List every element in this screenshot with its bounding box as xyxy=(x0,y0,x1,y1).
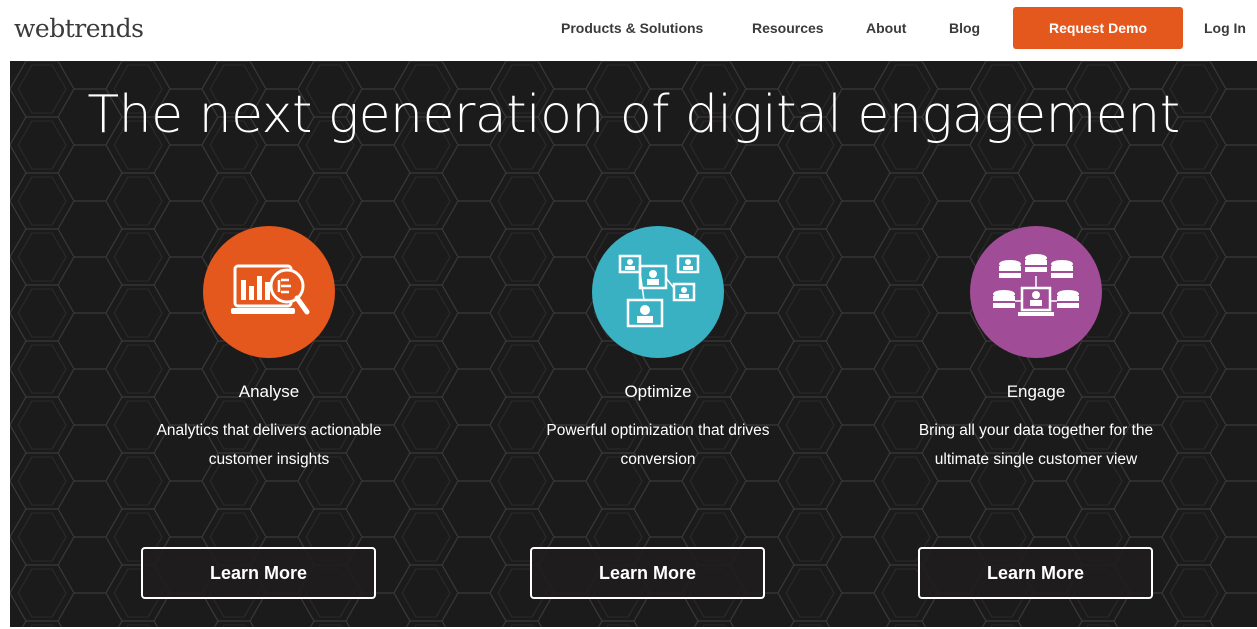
feature-analyse: Analyse Analytics that delivers actionab… xyxy=(124,226,414,474)
feature-title: Optimize xyxy=(624,382,692,401)
login-link[interactable]: Log In xyxy=(1204,20,1246,36)
feature-description: Analytics that delivers actionable custo… xyxy=(156,422,382,468)
site-header: webtrends Products & Solutions Resources… xyxy=(0,0,1257,60)
feature-title: Engage xyxy=(1006,382,1066,401)
hero-section: The next generation of digital engagemen… xyxy=(10,61,1257,627)
database-engage-icon xyxy=(970,226,1102,358)
feature-optimize: Optimize Powerful optimization that driv… xyxy=(513,226,803,474)
feature-description: Bring all your data together for the ult… xyxy=(918,422,1154,468)
nav-products-solutions[interactable]: Products & Solutions xyxy=(561,20,703,36)
webtrends-logo[interactable]: webtrends xyxy=(14,14,144,43)
feature-title: Analyse xyxy=(238,382,300,401)
feature-description: Powerful optimization that drives conver… xyxy=(546,422,770,468)
optimize-network-icon xyxy=(592,226,724,358)
learn-more-optimize-button[interactable]: Learn More xyxy=(530,547,765,599)
request-demo-button[interactable]: Request Demo xyxy=(1013,7,1183,49)
learn-more-analyse-button[interactable]: Learn More xyxy=(141,547,376,599)
learn-more-engage-button[interactable]: Learn More xyxy=(918,547,1153,599)
nav-resources[interactable]: Resources xyxy=(752,20,824,36)
feature-engage: Engage Bring all your data together for … xyxy=(891,226,1181,474)
nav-blog[interactable]: Blog xyxy=(949,20,980,36)
hero-title: The next generation of digital engagemen… xyxy=(87,85,1180,145)
analytics-icon xyxy=(203,226,335,358)
nav-about[interactable]: About xyxy=(866,20,906,36)
